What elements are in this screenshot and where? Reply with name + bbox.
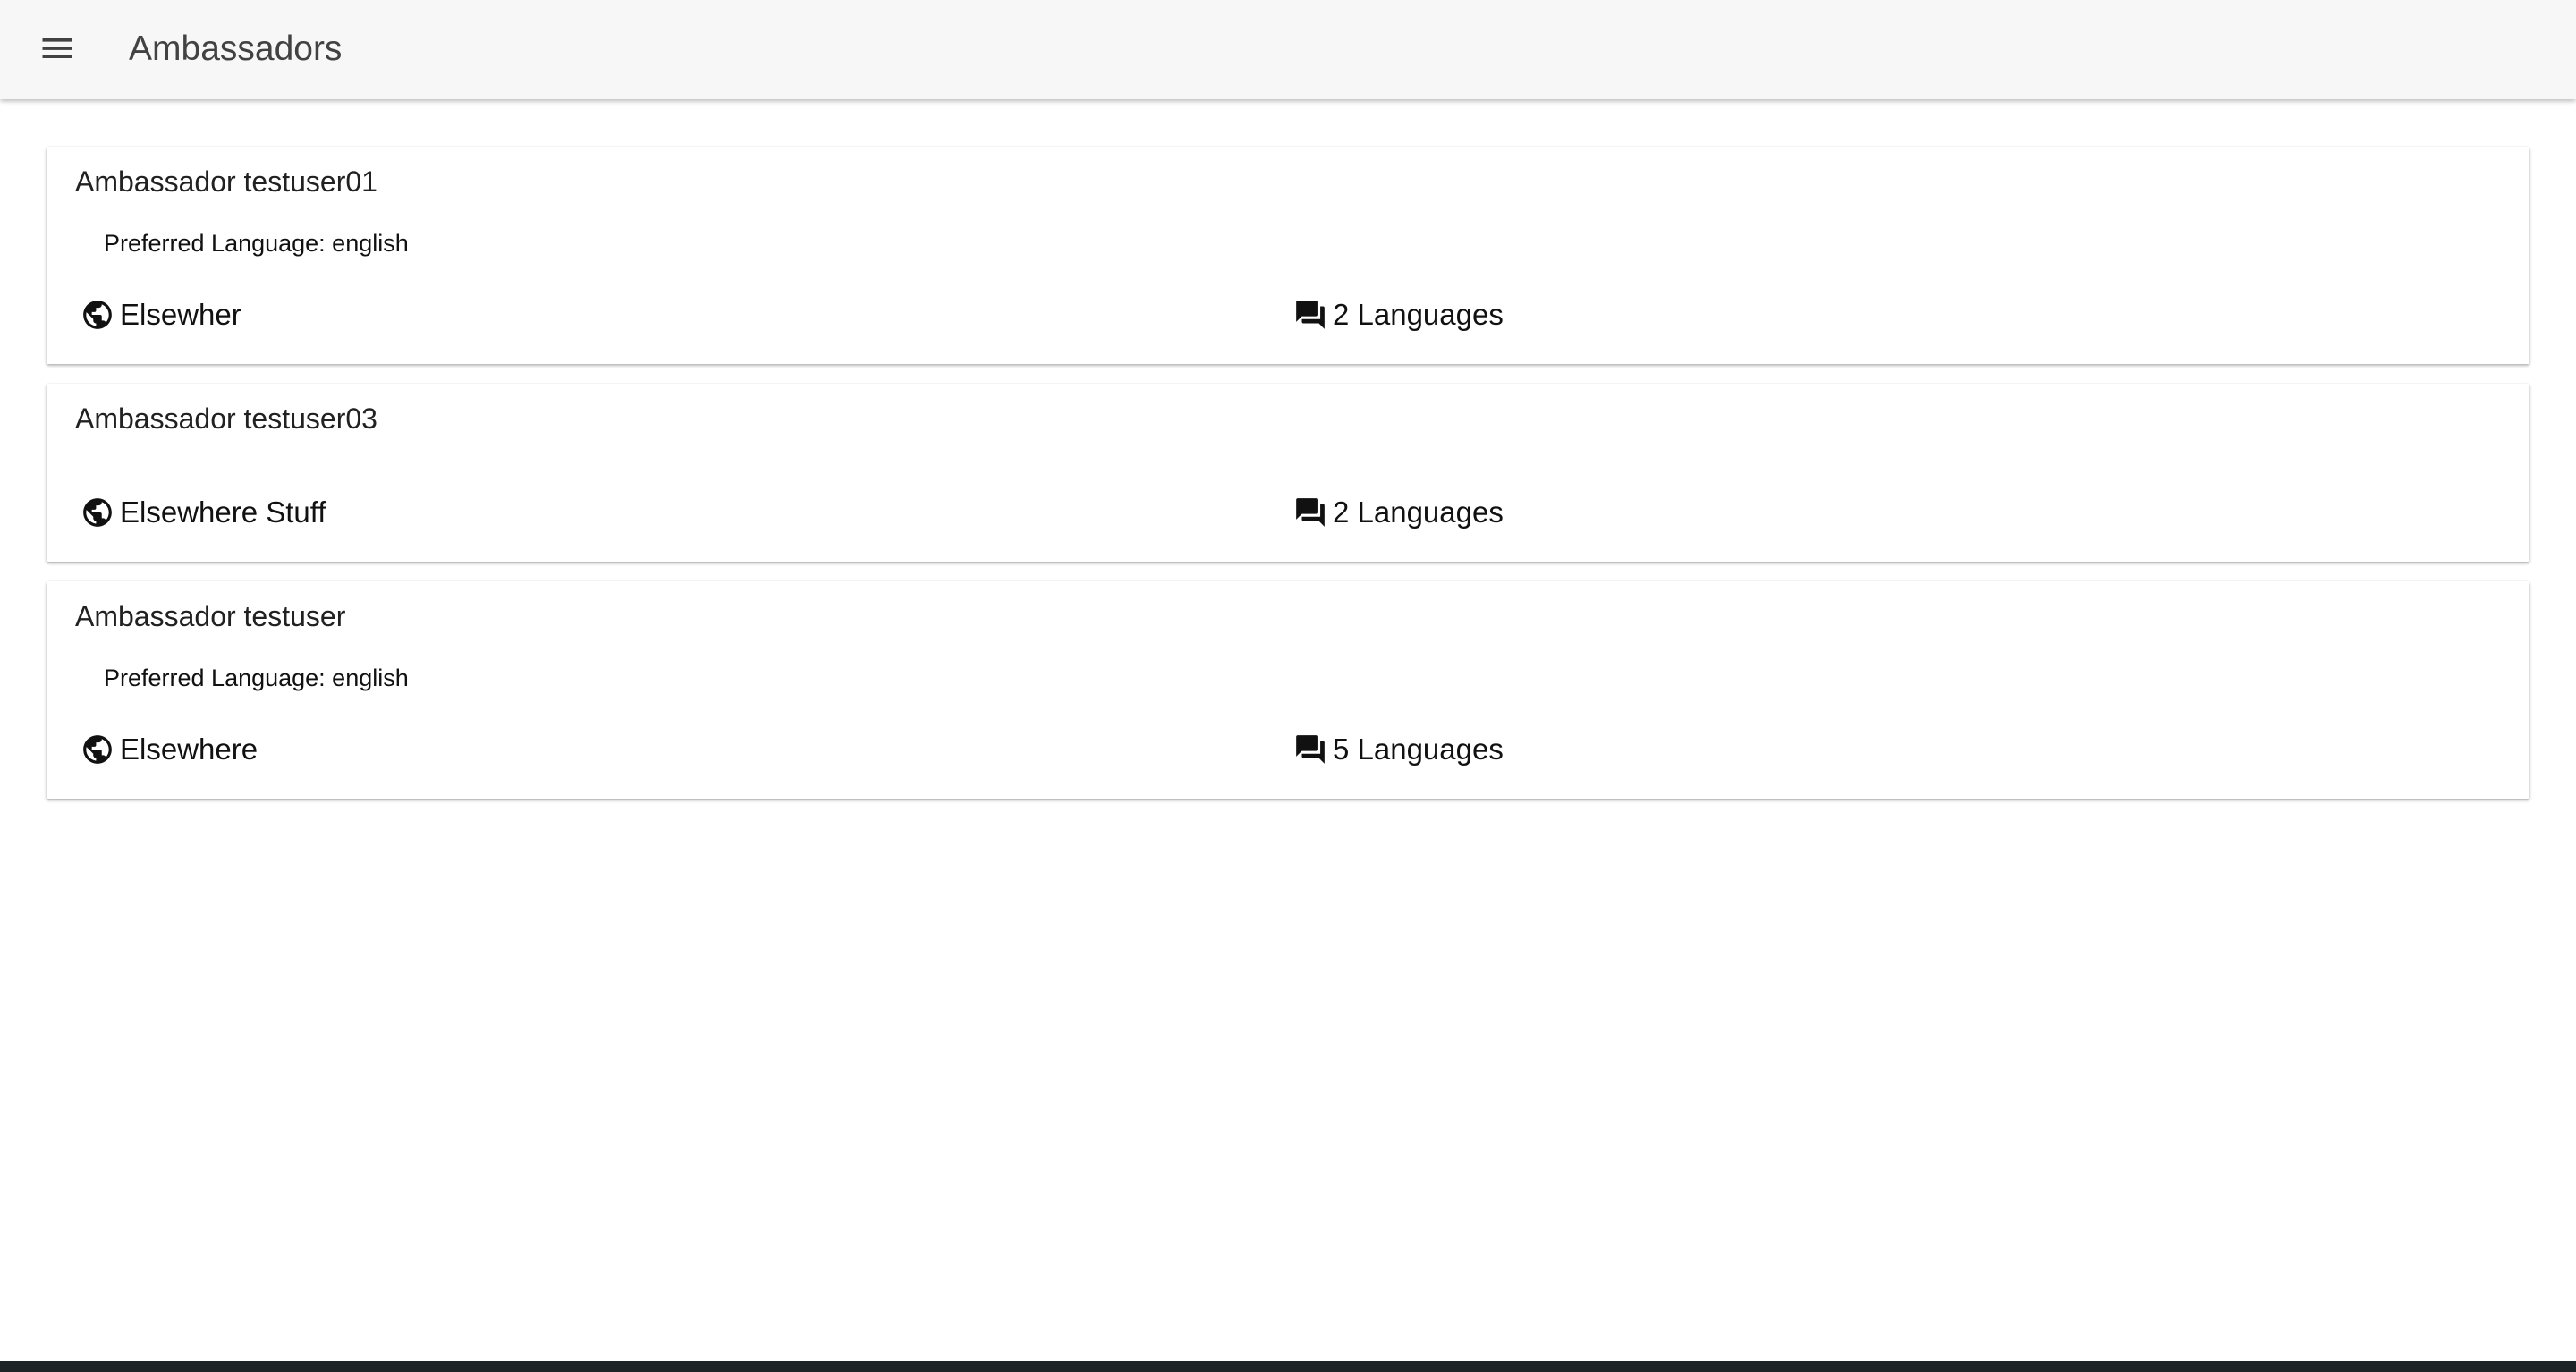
menu-icon — [42, 38, 72, 58]
location-label: Elsewhere Stuff — [120, 495, 326, 529]
ambassador-card[interactable]: Ambassador testuser Preferred Language: … — [47, 581, 2529, 799]
location-label: Elsewher — [120, 298, 242, 331]
ambassador-name: Ambassador testuser — [75, 600, 346, 632]
ambassador-languages: 2 Languages — [1293, 493, 1504, 532]
ambassador-name: Ambassador testuser01 — [75, 165, 377, 198]
ambassador-languages: 2 Languages — [1293, 295, 1504, 335]
globe-icon — [80, 733, 114, 766]
app-toolbar: Ambassadors — [0, 0, 2576, 99]
chat-bubbles-icon — [1293, 298, 1327, 332]
page-title: Ambassadors — [129, 30, 343, 68]
location-label: Elsewhere — [120, 733, 258, 766]
preferred-language: Preferred Language: english — [104, 665, 409, 691]
languages-count: 2 Languages — [1333, 298, 1504, 331]
chat-bubbles-icon — [1293, 733, 1327, 766]
chat-bubbles-icon — [1293, 495, 1327, 529]
preferred-language: Preferred Language: english — [104, 230, 409, 257]
globe-icon — [80, 298, 114, 332]
globe-icon — [80, 495, 114, 529]
window-bottom-edge — [0, 1361, 2576, 1372]
ambassador-name: Ambassador testuser03 — [75, 402, 377, 435]
ambassador-card[interactable]: Ambassador testuser01 Preferred Language… — [47, 147, 2529, 364]
ambassador-location: Elsewhere Stuff — [80, 493, 326, 532]
ambassador-card[interactable]: Ambassador testuser03 Elsewhere Stuff 2 … — [47, 384, 2529, 562]
languages-count: 2 Languages — [1333, 495, 1504, 529]
ambassador-languages: 5 Languages — [1293, 730, 1504, 769]
ambassador-location: Elsewher — [80, 295, 242, 335]
ambassador-list: Ambassador testuser01 Preferred Language… — [47, 147, 2529, 818]
menu-button[interactable] — [32, 23, 82, 73]
page: Ambassadors Ambassador testuser01 Prefer… — [0, 0, 2576, 1372]
ambassador-location: Elsewhere — [80, 730, 258, 769]
languages-count: 5 Languages — [1333, 733, 1504, 766]
